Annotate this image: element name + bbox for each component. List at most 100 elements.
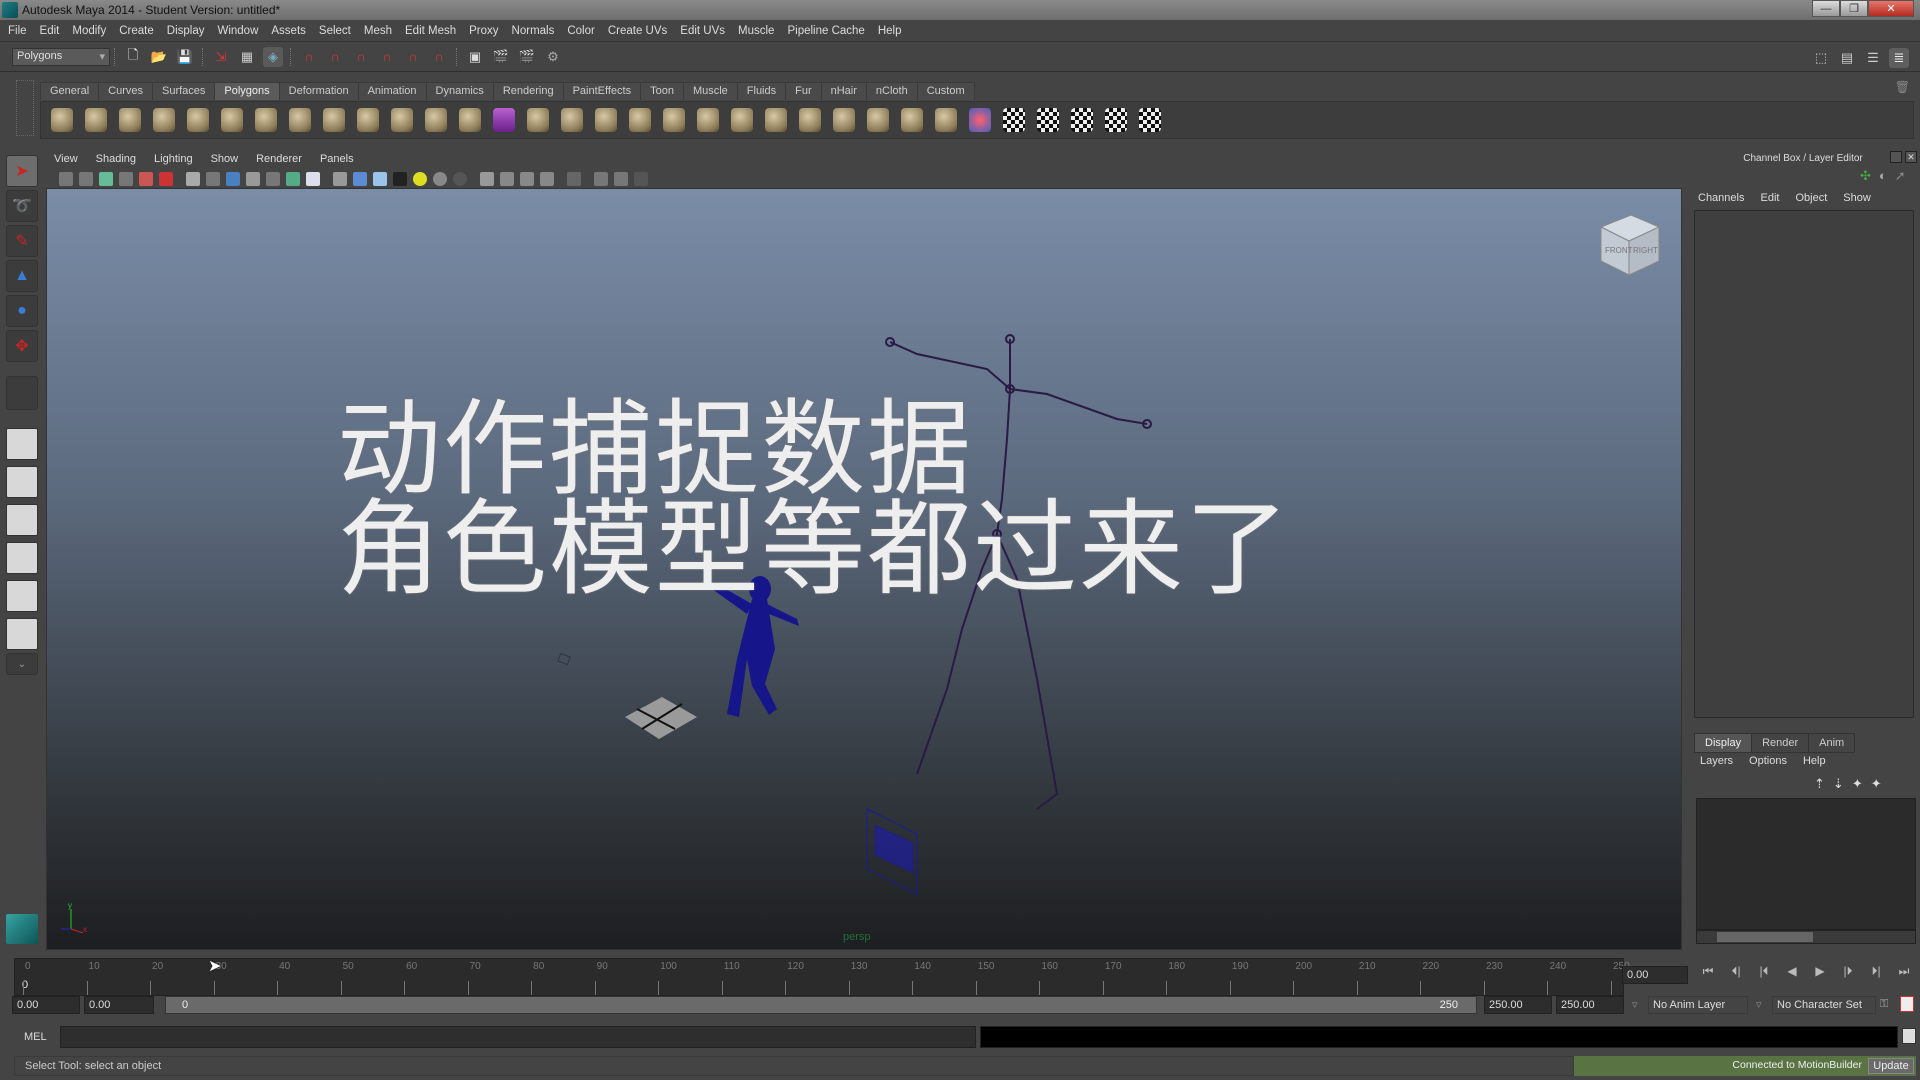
extract-icon[interactable] [456,105,484,135]
shelf-tab-curves[interactable]: Curves [98,82,153,100]
persp-graph-layout-icon[interactable] [6,542,38,574]
shelf-tab-surfaces[interactable]: Surfaces [151,82,216,100]
shelf-tab-fluids[interactable]: Fluids [736,82,787,100]
open-scene-icon[interactable]: 📂 [149,47,169,67]
float-panel-icon[interactable] [1890,151,1902,163]
view-cube[interactable]: FRONT RIGHT [1593,209,1663,279]
channel-menu-show[interactable]: Show [1843,192,1871,204]
bookmarks-icon[interactable] [99,172,113,186]
step-forward-key-button[interactable]: |⏵ [1834,964,1862,979]
shelf-tab-rendering[interactable]: Rendering [492,82,564,100]
hypershade-persp-layout-icon[interactable] [6,580,38,612]
channel-menu-object[interactable]: Object [1795,192,1827,204]
menu-modify[interactable]: Modify [72,25,106,37]
grease-pencil-icon[interactable] [159,172,173,186]
soft-select-icon[interactable] [966,105,994,135]
speed-icon[interactable]: ◐ [1879,168,1887,184]
range-slider[interactable]: 0 250 [165,996,1477,1014]
snap-live-icon[interactable]: ∩ [403,47,423,67]
menu-normals[interactable]: Normals [512,25,555,37]
layer-menu-options[interactable]: Options [1749,755,1787,767]
camera-attributes-icon[interactable] [79,172,93,186]
snap-curve-icon[interactable]: ∩ [325,47,345,67]
menu-pipeline-cache[interactable]: Pipeline Cache [787,25,864,37]
modeling-toolkit-toggle-icon[interactable]: ☰ [1863,48,1883,68]
menu-help[interactable]: Help [878,25,902,37]
select-hierarchy-icon[interactable]: ⇲ [211,47,231,67]
viewport-menu-view[interactable]: View [54,153,78,165]
minimize-button[interactable]: — [1812,0,1840,17]
command-input[interactable] [60,1026,976,1048]
channel-box-list[interactable] [1694,210,1914,718]
character-set-dropdown-arrow-icon[interactable]: ▿ [1756,998,1762,1011]
xray-active-icon[interactable] [520,172,534,186]
2d-pan-zoom-icon[interactable] [139,172,153,186]
menu-color[interactable]: Color [567,25,594,37]
last-tool-slot[interactable] [6,376,38,410]
new-scene-icon[interactable]: 🗋 [123,47,143,67]
tool-settings-toggle-icon[interactable]: ▤ [1837,48,1857,68]
menu-create[interactable]: Create [119,25,154,37]
rotate-tool-icon[interactable]: ● [6,295,38,327]
poly-cylinder-icon[interactable] [116,105,144,135]
shelf-tab-deformation[interactable]: Deformation [278,82,359,100]
menu-set-dropdown[interactable]: Polygons [12,47,110,66]
persp-outliner-graph-layout-icon[interactable] [6,618,38,650]
combine-icon[interactable] [388,105,416,135]
layer-menu-help[interactable]: Help [1803,755,1826,767]
shelf-tab-painteffects[interactable]: PaintEffects [562,82,642,100]
animation-end-field[interactable]: 250.00 [1556,996,1624,1014]
resolution-gate-icon[interactable] [226,172,240,186]
attribute-editor-toggle-icon[interactable]: ⬚ [1811,48,1831,68]
current-time-field[interactable]: 0.00 [1622,966,1688,984]
menu-file[interactable]: File [8,25,27,37]
anim-layer-dropdown[interactable]: No Anim Layer [1648,996,1748,1014]
lasso-tool-icon[interactable]: ➰ [6,190,38,222]
layer-list-scrollbar[interactable] [1696,930,1916,944]
render-view-icon[interactable]: ▣ [465,47,485,67]
viewport2-select-icon[interactable] [567,172,581,186]
select-component-icon[interactable]: ◈ [263,46,283,67]
auto-key-icon[interactable]: ⚿ [1880,998,1888,1011]
close-panel-icon[interactable]: ✕ [1905,151,1917,163]
play-forwards-button[interactable]: ▶ [1806,964,1834,979]
script-editor-icon[interactable] [1902,1028,1916,1044]
channel-menu-channels[interactable]: Channels [1698,192,1744,204]
multisample-icon[interactable] [614,172,628,186]
layout-more-chevron-icon[interactable]: ⌄ [6,653,38,675]
wireframe-on-shaded-icon[interactable] [373,172,387,186]
menu-select[interactable]: Select [319,25,351,37]
menu-muscle[interactable]: Muscle [738,25,774,37]
field-chart-icon[interactable] [266,172,280,186]
viewport-menu-show[interactable]: Show [211,153,239,165]
isolate-select-icon[interactable] [480,172,494,186]
channel-menu-edit[interactable]: Edit [1760,192,1779,204]
menu-edit[interactable]: Edit [40,25,60,37]
merge-icon[interactable] [796,105,824,135]
poke-icon[interactable] [898,105,926,135]
uv-planar-icon[interactable] [1000,105,1028,135]
insert-edge-loop-icon[interactable] [660,105,688,135]
command-language-label[interactable]: MEL [24,1031,47,1043]
poly-sphere-icon[interactable] [48,105,76,135]
shelf-tab-nhair[interactable]: nHair [820,82,867,100]
menu-mesh[interactable]: Mesh [364,25,392,37]
playback-end-field[interactable]: 250.00 [1484,996,1552,1014]
shelf-tab-toon[interactable]: Toon [640,82,684,100]
poly-cone-icon[interactable] [150,105,178,135]
play-backwards-button[interactable]: ◀ [1778,964,1806,979]
new-empty-layer-icon[interactable]: ✦ [1852,776,1863,792]
ambient-occlusion-icon[interactable] [453,172,467,186]
layer-menu-layers[interactable]: Layers [1700,755,1733,767]
shelf-tab-fur[interactable]: Fur [785,82,822,100]
close-button[interactable]: ✕ [1868,0,1914,17]
poly-helix-icon[interactable] [320,105,348,135]
perspective-viewport[interactable]: 动作捕捉数据 角色模型等都过来了 FRONT RIGHT y x persp [46,188,1682,950]
wireframe-icon[interactable] [333,172,347,186]
snap-grid-icon[interactable]: ∩ [299,47,319,67]
bridge-icon[interactable] [728,105,756,135]
safe-action-icon[interactable] [286,172,300,186]
viewport-menu-lighting[interactable]: Lighting [154,153,193,165]
shadows-icon[interactable] [433,172,447,186]
select-object-icon[interactable]: ▦ [237,47,257,67]
